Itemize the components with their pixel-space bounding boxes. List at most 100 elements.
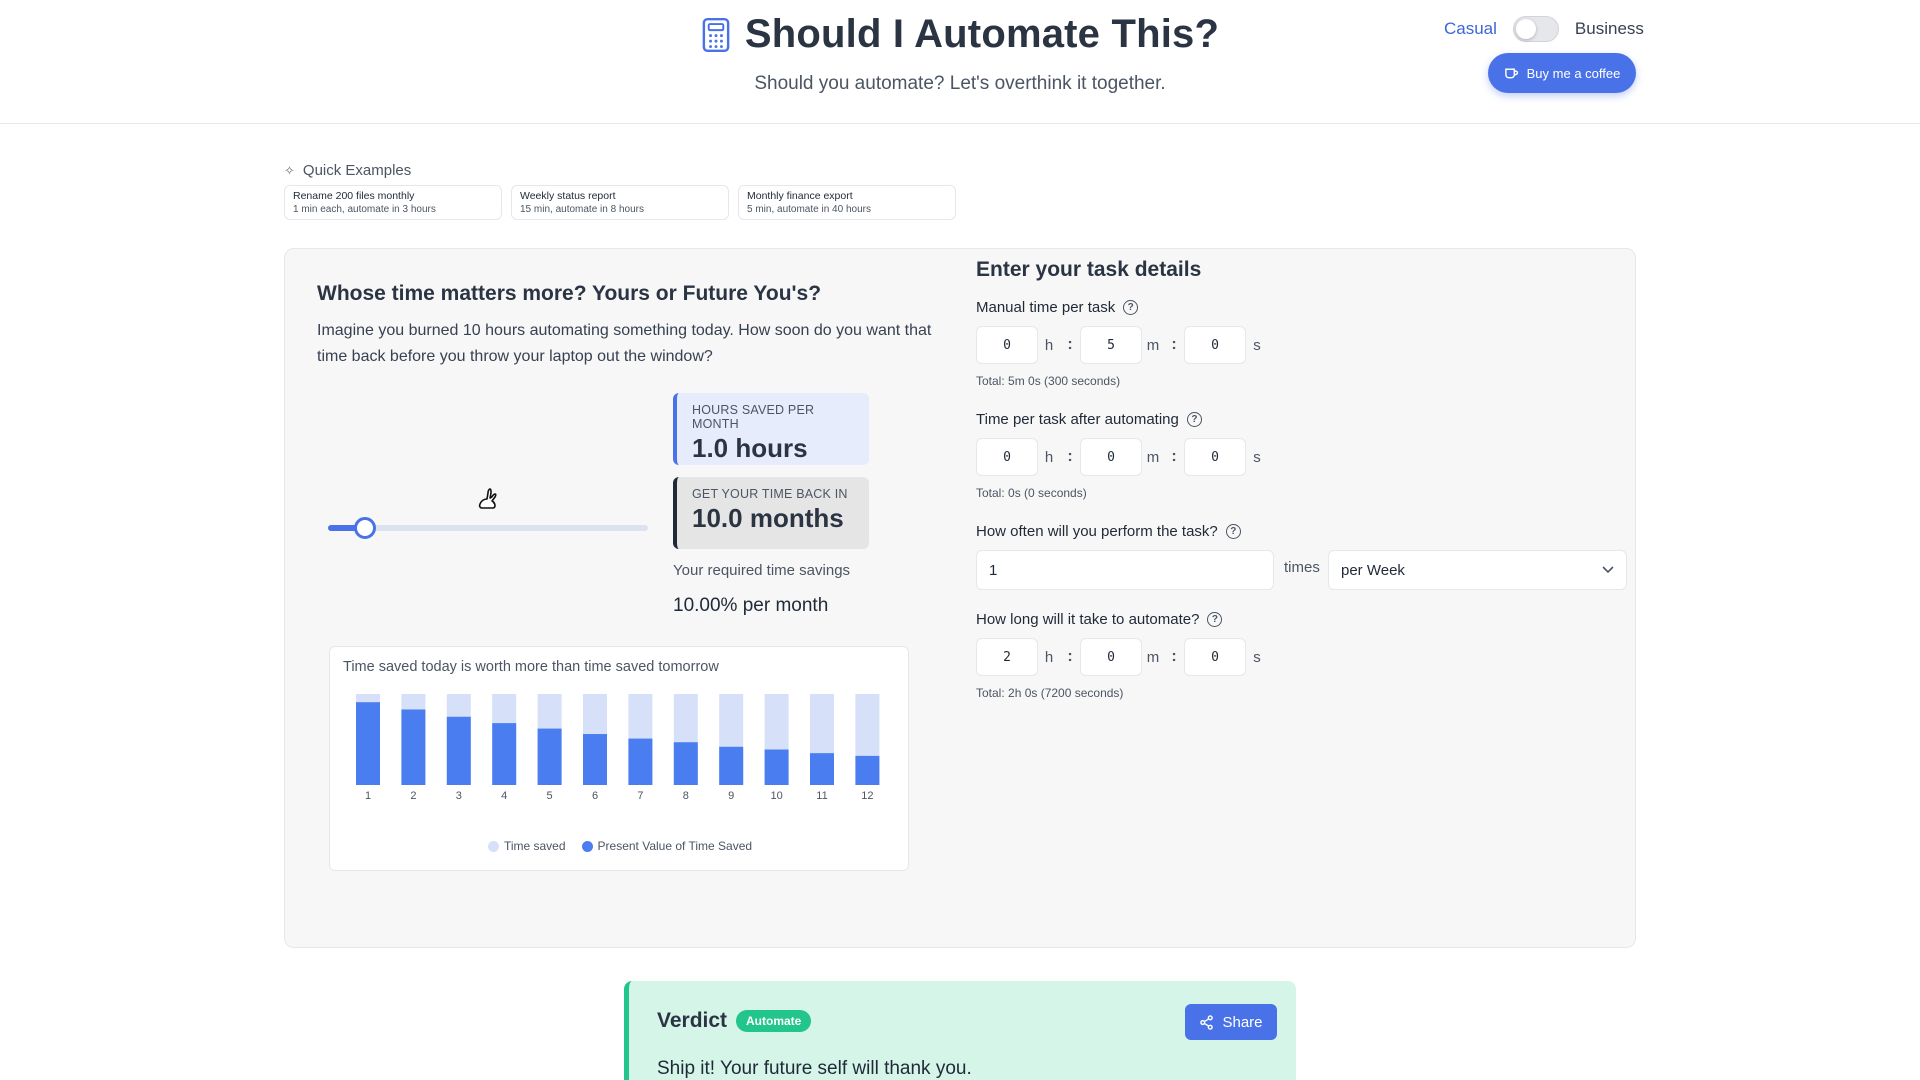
verdict-badge: Automate: [736, 1010, 812, 1032]
x-tick-label: 12: [861, 790, 873, 802]
after-hours-input[interactable]: [976, 438, 1038, 476]
bar-present-value[interactable]: [764, 749, 789, 785]
unit-s: s: [1253, 336, 1261, 354]
example-card-rename-files[interactable]: Rename 200 files monthly 1 min each, aut…: [284, 185, 502, 220]
unit-h: h: [1044, 648, 1054, 666]
unit-s: s: [1253, 648, 1261, 666]
bar-present-value[interactable]: [628, 738, 653, 785]
frequency-period-select[interactable]: per Week: [1328, 550, 1627, 590]
after-time-row: h : m : s: [976, 438, 1268, 476]
example-card-weekly-report[interactable]: Weekly status report 15 min, automate in…: [511, 185, 729, 220]
legend-item-time-saved[interactable]: Time saved: [487, 839, 566, 853]
bar-present-value[interactable]: [719, 746, 744, 785]
unit-m: m: [1146, 448, 1160, 466]
after-time-label: Time per task after automating ?: [976, 411, 1202, 428]
example-desc: 15 min, automate in 8 hours: [520, 204, 644, 215]
automate-minutes-input[interactable]: [1080, 638, 1142, 676]
x-tick-label: 1: [365, 790, 371, 802]
x-tick-label: 11: [816, 790, 827, 802]
time-back-label: Get your time back in: [692, 487, 848, 501]
manual-minutes-input[interactable]: [1080, 326, 1142, 364]
bar-present-value[interactable]: [356, 702, 380, 785]
time-back-stat: Get your time back in 10.0 months: [673, 477, 869, 549]
coffee-cup-icon: [1504, 68, 1518, 79]
rabbit-icon: [478, 488, 497, 509]
bar-present-value[interactable]: [446, 716, 471, 785]
chevron-down-icon: [1602, 566, 1614, 574]
frequency-label-text: How often will you perform the task?: [976, 523, 1218, 540]
frequency-input[interactable]: [976, 550, 1274, 590]
legend-label: Time saved: [503, 839, 566, 853]
help-icon[interactable]: ?: [1123, 300, 1139, 315]
automate-seconds-input[interactable]: [1184, 638, 1246, 676]
bar-chart: 1 2 3 4 5 6 7 8 9 10 11 12: [356, 694, 880, 802]
after-seconds-input[interactable]: [1184, 438, 1246, 476]
x-tick-label: 9: [728, 790, 734, 802]
chart-legend: Time saved Present Value of Time Saved: [330, 839, 910, 853]
mode-switch[interactable]: [1512, 16, 1559, 42]
legend-swatch: [581, 840, 593, 852]
frequency-label: How often will you perform the task? ?: [976, 523, 1241, 540]
unit-h: h: [1044, 448, 1054, 466]
help-icon[interactable]: ?: [1225, 524, 1241, 539]
manual-time-label: Manual time per task ?: [976, 299, 1139, 316]
times-label: times: [1284, 559, 1320, 576]
header: Should I Automate This? Should you autom…: [0, 0, 1920, 124]
time-back-value: 10.0 months: [692, 503, 844, 533]
example-card-finance-export[interactable]: Monthly finance export 5 min, automate i…: [738, 185, 956, 220]
automate-total: Total: 2h 0s (7200 seconds): [976, 686, 1124, 700]
manual-hours-input[interactable]: [976, 326, 1038, 364]
share-label: Share: [1222, 1013, 1263, 1031]
verdict-title: Verdict: [657, 1009, 728, 1032]
share-icon: [1200, 1014, 1214, 1030]
x-tick-label: 10: [770, 790, 782, 802]
discount-slider-thumb[interactable]: [354, 517, 376, 539]
calculator-icon: [702, 17, 730, 52]
after-total: Total: 0s (0 seconds): [976, 486, 1087, 500]
mode-business-label[interactable]: Business: [1575, 19, 1644, 39]
discount-slider-track[interactable]: [328, 525, 648, 531]
mode-casual-label[interactable]: Casual: [1444, 19, 1497, 39]
x-tick-label: 4: [501, 790, 507, 802]
separator: :: [1171, 448, 1177, 465]
manual-seconds-input[interactable]: [1184, 326, 1246, 364]
automate-hours-input[interactable]: [976, 638, 1038, 676]
bar-present-value[interactable]: [537, 728, 562, 785]
discount-heading: Whose time matters more? Yours or Future…: [317, 282, 822, 305]
discount-description: Imagine you burned 10 hours automating s…: [317, 322, 932, 365]
unit-h: h: [1044, 336, 1054, 354]
share-button[interactable]: Share: [1185, 1004, 1277, 1040]
required-savings-label: Your required time savings: [673, 562, 851, 579]
separator: :: [1171, 648, 1177, 665]
bar-present-value[interactable]: [583, 734, 607, 785]
verdict-card: Verdict Automate Share Ship it! Your fut…: [624, 981, 1296, 1080]
verdict-text: Ship it! Your future self will thank you…: [657, 1058, 972, 1079]
bar-present-value[interactable]: [673, 742, 698, 785]
legend-item-present-value[interactable]: Present Value of Time Saved: [581, 839, 753, 853]
help-icon[interactable]: ?: [1186, 412, 1202, 427]
manual-time-row: h : m : s: [976, 326, 1268, 364]
buy-coffee-button[interactable]: Buy me a coffee: [1488, 53, 1636, 93]
legend-label: Present Value of Time Saved: [597, 839, 753, 853]
bar-present-value[interactable]: [401, 709, 426, 785]
required-savings-value: 10.00% per month: [673, 595, 829, 616]
help-icon[interactable]: ?: [1207, 612, 1223, 627]
manual-total: Total: 5m 0s (300 seconds): [976, 374, 1121, 388]
bar-present-value[interactable]: [492, 723, 517, 785]
x-tick-label: 7: [637, 790, 643, 802]
after-minutes-input[interactable]: [1080, 438, 1142, 476]
example-desc: 5 min, automate in 40 hours: [747, 204, 871, 215]
quick-examples-label: Quick Examples: [302, 162, 412, 179]
frequency-period-value: per Week: [1341, 561, 1405, 579]
example-desc: 1 min each, automate in 3 hours: [293, 204, 436, 215]
unit-s: s: [1253, 448, 1261, 466]
form-title: Enter your task details: [976, 258, 1202, 281]
x-tick-label: 2: [410, 790, 416, 802]
separator: :: [1067, 336, 1073, 353]
after-time-label-text: Time per task after automating: [976, 411, 1179, 428]
unit-m: m: [1146, 648, 1160, 666]
chart-title: Time saved today is worth more than time…: [343, 659, 719, 675]
sparkle-icon: ✧: [284, 162, 295, 178]
bar-present-value[interactable]: [810, 753, 834, 785]
bar-present-value[interactable]: [855, 755, 880, 785]
